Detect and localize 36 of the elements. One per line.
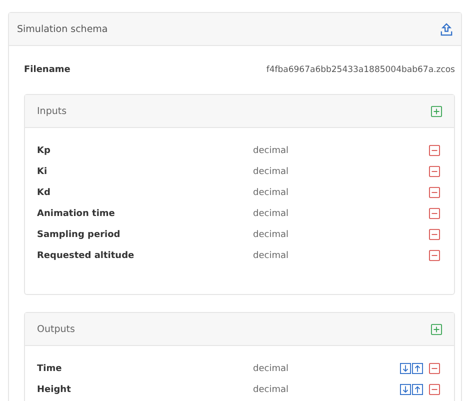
variable-name: Animation time (37, 208, 116, 218)
remove-icon[interactable] (429, 187, 440, 198)
variable-type: decimal (253, 384, 290, 394)
variable-type: decimal (253, 208, 290, 218)
remove-icon[interactable] (429, 363, 440, 374)
variable-type: decimal (253, 364, 290, 374)
down-arrow-icon[interactable] (400, 384, 411, 395)
filename-label: Filename (24, 65, 70, 75)
variable-type: decimal (253, 250, 290, 260)
section-title: Inputs (37, 106, 67, 116)
remove-icon[interactable] (429, 250, 440, 261)
up-arrow-icon[interactable] (412, 384, 423, 395)
variable-name: Height (37, 384, 72, 394)
down-arrow-icon[interactable] (400, 363, 411, 374)
variable-name: Kd (37, 188, 52, 198)
variable-name: Sampling period (37, 230, 122, 240)
variable-type: decimal (253, 146, 290, 156)
section-title: Outputs (37, 324, 75, 334)
remove-icon[interactable] (429, 166, 440, 177)
variable-type: decimal (253, 230, 290, 240)
remove-icon[interactable] (429, 145, 440, 156)
variable-name: Requested altitude (37, 250, 136, 260)
variable-type: decimal (253, 166, 290, 176)
remove-icon[interactable] (429, 208, 440, 219)
variable-name: Kp (37, 146, 52, 156)
add-icon[interactable] (431, 106, 442, 116)
variable-name: Ki (37, 166, 48, 176)
variable-name: Time (37, 364, 63, 374)
variable-type: decimal (253, 188, 290, 198)
remove-icon[interactable] (429, 384, 440, 395)
add-icon[interactable] (431, 324, 442, 334)
remove-icon[interactable] (429, 229, 440, 240)
upload-icon[interactable] (440, 22, 453, 36)
filename-value: f4fba6967a6bb25433a1885004bab67a.zcos (266, 65, 455, 75)
up-arrow-icon[interactable] (412, 363, 423, 374)
panel-title: Simulation schema (17, 24, 108, 34)
